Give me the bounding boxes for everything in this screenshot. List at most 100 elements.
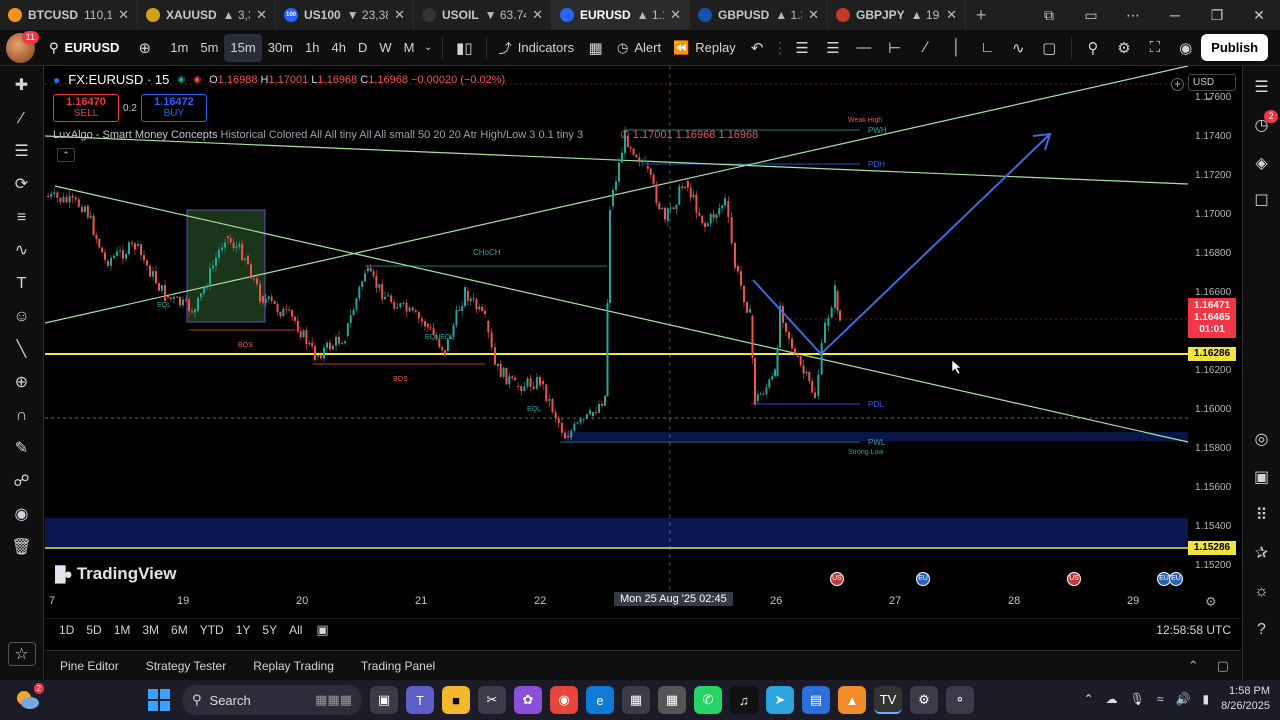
interval-1m[interactable]: 1m: [164, 34, 194, 62]
weather-widget-icon[interactable]: 2: [12, 683, 46, 715]
browser-tab-gbpjpy[interactable]: GBPJPY ▲ 198.87 ✕: [828, 0, 966, 30]
chevron-up-icon[interactable]: ⌃: [1188, 658, 1199, 674]
replay-button[interactable]: ⏪ Replay: [667, 34, 742, 62]
settings-app-icon[interactable]: ⚙: [910, 686, 938, 714]
utc-clock[interactable]: 12:58:58 UTC: [1156, 623, 1231, 637]
brush-icon[interactable]: ∿: [8, 239, 36, 263]
taskbar-search[interactable]: ⚲ Search ▦▦▦: [182, 685, 362, 715]
bottom-tab-replay-trading[interactable]: Replay Trading: [253, 659, 334, 673]
compare-symbol-plus-icon[interactable]: ⊕: [129, 39, 160, 57]
trend-line-icon[interactable]: ∕: [8, 107, 36, 131]
chevron-down-icon[interactable]: ⌄: [420, 42, 435, 53]
text-tool-icon[interactable]: T: [8, 272, 36, 296]
chart-pane[interactable]: ● FX:EURUSD · 15 ◉ ◉ O1.16988 H1.17001 L…: [45, 66, 1241, 618]
new-tab-plus-icon[interactable]: +: [966, 0, 996, 30]
copilot-icon[interactable]: ✿: [514, 686, 542, 714]
alerts-clock-icon[interactable]: ◷ 2: [1249, 110, 1278, 138]
close-tab-icon[interactable]: ✕: [256, 7, 267, 23]
browser-tab-btcusd[interactable]: BTCUSD 110,1 ✕: [0, 0, 138, 30]
axis-settings-gear-icon[interactable]: ⚙: [1205, 594, 1217, 610]
range-1m[interactable]: 1M: [108, 623, 137, 637]
range-ytd[interactable]: YTD: [194, 623, 230, 637]
task-view-icon[interactable]: ▣: [370, 686, 398, 714]
browser-tab-eurusd[interactable]: EURUSD ▲ 1.164 ✕: [552, 0, 690, 30]
browser-extension-icon[interactable]: ⧉: [1028, 7, 1070, 24]
store-icon[interactable]: ▦: [622, 686, 650, 714]
path-tool-icon[interactable]: ∟: [972, 39, 1003, 56]
close-tab-icon[interactable]: ✕: [670, 7, 681, 23]
trash-icon[interactable]: 🗑: [8, 536, 36, 560]
emoji-icon[interactable]: ☺: [8, 305, 36, 329]
rectangle-tool-icon[interactable]: ▢: [1034, 39, 1065, 57]
star-favorites-icon[interactable]: ☆: [7, 642, 36, 666]
trend-line-tool-icon[interactable]: ∕: [910, 39, 941, 56]
horizontal-line-tool-icon[interactable]: —: [848, 39, 879, 56]
microphone-icon[interactable]: 🎙: [1130, 692, 1145, 706]
more-options-icon[interactable]: ⋯: [1112, 7, 1154, 24]
notifications-icon[interactable]: ☼: [1249, 580, 1275, 604]
range-6m[interactable]: 6M: [165, 623, 194, 637]
fullscreen-icon[interactable]: ⛶: [1139, 39, 1170, 56]
camera-snapshot-icon[interactable]: ◉: [1170, 39, 1201, 57]
close-tab-icon[interactable]: ✕: [808, 7, 819, 23]
crosshair-icon[interactable]: ✚: [8, 74, 36, 98]
close-tab-icon[interactable]: ✕: [118, 7, 129, 23]
buy-button[interactable]: 1.16472 BUY: [140, 94, 207, 122]
browser-tab-xauusd[interactable]: XAUUSD ▲ 3,378 ✕: [138, 0, 276, 30]
favorite-tool-icon[interactable]: ☰: [787, 39, 818, 57]
snipping-tool-icon[interactable]: ✂: [478, 686, 506, 714]
indicators-button[interactable]: ⤴ Indicators: [493, 34, 580, 62]
prediction-tool-icon[interactable]: ≡: [8, 206, 36, 230]
user-avatar[interactable]: 11: [6, 30, 39, 63]
collapse-legend-button[interactable]: ⌃: [57, 148, 75, 162]
interval-1h[interactable]: 1h: [299, 34, 325, 62]
interval-w[interactable]: W: [373, 34, 397, 62]
file-explorer-icon[interactable]: ■: [442, 686, 470, 714]
battery-icon[interactable]: ▮: [1202, 692, 1209, 706]
tiktok-icon[interactable]: ♫: [730, 686, 758, 714]
favorite-tool-icon[interactable]: ☰: [818, 39, 849, 57]
close-window-icon[interactable]: ✕: [1238, 7, 1280, 24]
range-1y[interactable]: 1Y: [230, 623, 257, 637]
layers-icon[interactable]: ◈: [1249, 152, 1275, 176]
wifi-icon[interactable]: ≈: [1157, 692, 1164, 706]
interval-5m[interactable]: 5m: [194, 34, 224, 62]
polyline-tool-icon[interactable]: ∿: [1003, 39, 1034, 57]
teams-icon[interactable]: T: [406, 686, 434, 714]
chart-title[interactable]: FX:EURUSD · 15: [68, 72, 169, 87]
browser-tab-gbpusd[interactable]: GBPUSD ▲ 1.348 ✕: [690, 0, 828, 30]
candles-chart-type-icon[interactable]: ▮▯: [449, 39, 480, 57]
interval-15m[interactable]: 15m: [224, 33, 262, 62]
apps-grid-icon[interactable]: ⠿: [1249, 504, 1275, 528]
add-plus-icon[interactable]: +: [1171, 78, 1184, 91]
tradingview-app-icon[interactable]: TV: [874, 686, 902, 714]
bottom-tab-pine-editor[interactable]: Pine Editor: [60, 659, 119, 673]
calculator-icon[interactable]: ▦: [658, 686, 686, 714]
close-tab-icon[interactable]: ✕: [946, 7, 957, 23]
whatsapp-icon[interactable]: ✆: [694, 686, 722, 714]
volume-icon[interactable]: 🔊: [1176, 692, 1191, 706]
symbol-search[interactable]: ⚲ EURUSD: [49, 40, 119, 56]
stay-in-drawing-mode-icon[interactable]: ✎: [8, 437, 36, 461]
fib-retracement-icon[interactable]: ☰: [8, 140, 36, 164]
ruler-icon[interactable]: ╲: [8, 338, 36, 362]
interval-d[interactable]: D: [352, 34, 373, 62]
close-tab-icon[interactable]: ✕: [532, 7, 543, 23]
chart-canvas[interactable]: [45, 66, 1241, 618]
broadcast-icon[interactable]: ✰: [1249, 542, 1275, 566]
settings-gear-icon[interactable]: ⚙: [1109, 39, 1140, 57]
target-icon[interactable]: ◎: [1249, 428, 1275, 452]
chrome-icon[interactable]: ◉: [550, 686, 578, 714]
close-tab-icon[interactable]: ✕: [394, 7, 405, 23]
bottom-tab-trading-panel[interactable]: Trading Panel: [361, 659, 435, 673]
edge-icon[interactable]: e: [586, 686, 614, 714]
chat-icon[interactable]: ☐: [1249, 190, 1275, 214]
indicator-legend[interactable]: LuxAlgo - Smart Money Concepts Historica…: [53, 128, 758, 141]
quick-search-icon[interactable]: ⚲: [1078, 39, 1109, 57]
range-3m[interactable]: 3M: [136, 623, 165, 637]
horizontal-ray-tool-icon[interactable]: ⊢: [879, 39, 910, 57]
watchlist-icon[interactable]: ☰: [1249, 76, 1275, 100]
split-view-icon[interactable]: ▭: [1070, 7, 1112, 24]
us-event-flag-icon[interactable]: US: [830, 572, 844, 586]
minimize-icon[interactable]: ─: [1154, 7, 1196, 23]
